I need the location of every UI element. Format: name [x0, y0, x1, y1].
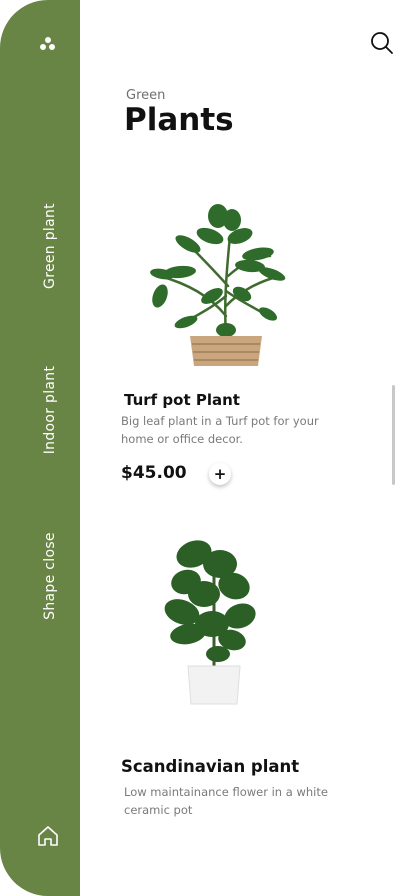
- page-subtitle: Green: [126, 88, 166, 103]
- product-name[interactable]: Scandinavian plant: [121, 757, 299, 776]
- add-to-cart-button[interactable]: +: [209, 463, 231, 485]
- tab-indoor-plant[interactable]: Indoor plant: [42, 366, 58, 455]
- product-description: Low maintainance flower in a white ceram…: [124, 785, 328, 817]
- home-icon[interactable]: [36, 824, 60, 848]
- plus-icon: +: [213, 464, 227, 483]
- product-description: Big leaf plant in a Turf pot for your ho…: [121, 414, 319, 446]
- scrollbar[interactable]: [392, 385, 395, 485]
- turf-pot-plant-image[interactable]: [140, 196, 295, 368]
- sidebar: Green plant Indoor plant Shape close: [0, 0, 80, 896]
- product-price: $45.00: [121, 463, 187, 483]
- menu-dots-icon[interactable]: [38, 34, 58, 54]
- page-title: Plants: [124, 102, 234, 138]
- search-icon[interactable]: [370, 31, 394, 55]
- tab-green-plant[interactable]: Green plant: [42, 203, 58, 289]
- scandinavian-plant-image[interactable]: [158, 536, 270, 708]
- tab-shape-close[interactable]: Shape close: [42, 532, 58, 620]
- product-name[interactable]: Turf pot Plant: [124, 391, 240, 409]
